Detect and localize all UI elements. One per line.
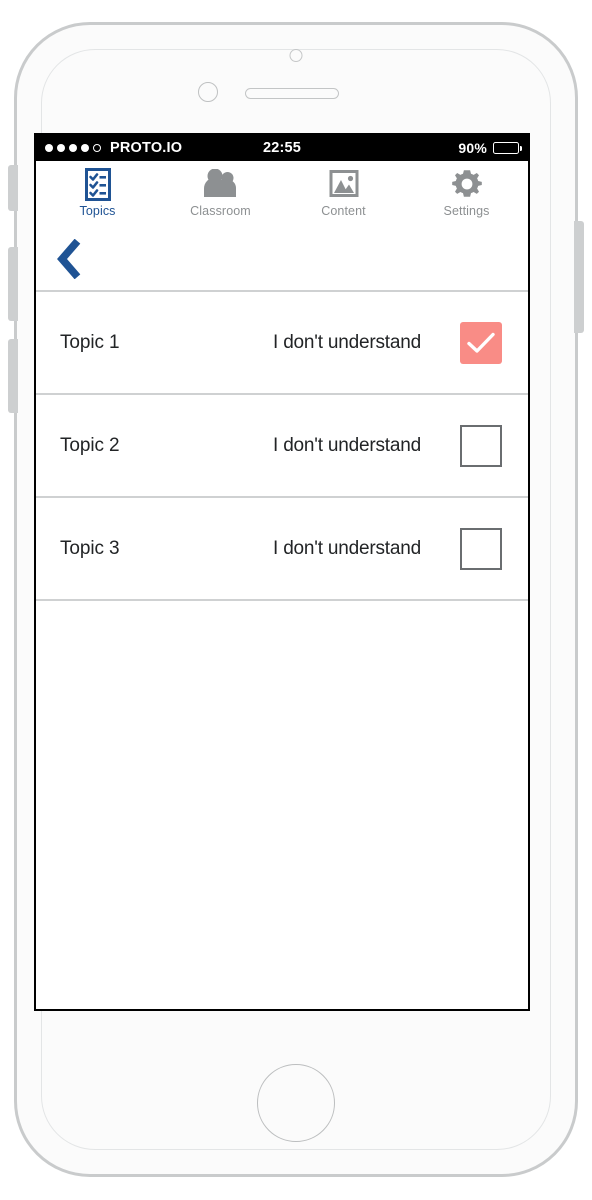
earpiece-speaker-icon	[245, 88, 339, 99]
signal-dot-empty-icon	[93, 144, 101, 152]
topic-checkbox[interactable]	[460, 321, 502, 364]
tab-bar: Topics Classroom Content Settings	[36, 161, 528, 232]
front-camera-icon	[198, 82, 218, 102]
back-button[interactable]	[52, 238, 86, 284]
table-row[interactable]: Topic 2 I don't understand	[36, 395, 528, 498]
screenshot-root: PROTO.IO 22:55 90% Topics Classroom Cont…	[0, 0, 592, 1200]
power-button[interactable]	[574, 221, 584, 333]
carrier-label: PROTO.IO	[110, 140, 183, 156]
tab-topics[interactable]: Topics	[36, 167, 159, 218]
topic-checkbox[interactable]	[460, 424, 502, 467]
proximity-sensor-icon	[289, 49, 303, 62]
tab-content-label: Content	[321, 204, 366, 218]
home-button[interactable]	[257, 1064, 335, 1142]
tab-content[interactable]: Content	[282, 167, 405, 218]
people-icon	[202, 167, 240, 201]
chevron-left-icon	[56, 238, 82, 284]
status-bar-left: PROTO.IO	[45, 140, 182, 156]
volume-down-button[interactable]	[8, 339, 18, 413]
signal-dot-icon	[45, 144, 53, 152]
table-row[interactable]: Topic 1 I don't understand	[36, 292, 528, 395]
gear-icon	[451, 167, 483, 201]
signal-dot-icon	[69, 144, 77, 152]
status-bar-clock: 22:55	[262, 140, 302, 156]
topic-checkbox[interactable]	[460, 527, 502, 570]
battery-percent-label: 90%	[458, 140, 487, 156]
status-bar: PROTO.IO 22:55 90%	[36, 135, 528, 161]
checklist-icon	[83, 167, 113, 201]
navigation-bar	[36, 232, 528, 292]
topic-status-label: I don't understand	[273, 537, 421, 559]
signal-dot-icon	[57, 144, 65, 152]
topic-name-label: Topic 3	[60, 537, 120, 559]
tab-classroom[interactable]: Classroom	[159, 167, 282, 218]
topic-status-label: I don't understand	[273, 434, 421, 456]
topic-name-label: Topic 1	[60, 331, 120, 353]
signal-dot-icon	[81, 144, 89, 152]
image-icon	[328, 167, 360, 201]
battery-icon	[493, 142, 522, 154]
tab-settings-label: Settings	[443, 204, 490, 218]
battery-nub	[519, 146, 522, 151]
status-bar-right: 90%	[458, 140, 522, 156]
tab-topics-label: Topics	[79, 204, 116, 218]
mute-switch-button[interactable]	[8, 165, 18, 211]
device-screen: PROTO.IO 22:55 90% Topics Classroom Cont…	[34, 133, 530, 1011]
topic-list: Topic 1 I don't understand Topic 2 I don…	[36, 292, 528, 986]
tab-classroom-label: Classroom	[190, 204, 251, 218]
topic-status-label: I don't understand	[273, 331, 421, 353]
topic-name-label: Topic 2	[60, 434, 120, 456]
tab-settings[interactable]: Settings	[405, 167, 528, 218]
table-row[interactable]: Topic 3 I don't understand	[36, 498, 528, 601]
volume-up-button[interactable]	[8, 247, 18, 321]
empty-list-area	[36, 601, 528, 986]
